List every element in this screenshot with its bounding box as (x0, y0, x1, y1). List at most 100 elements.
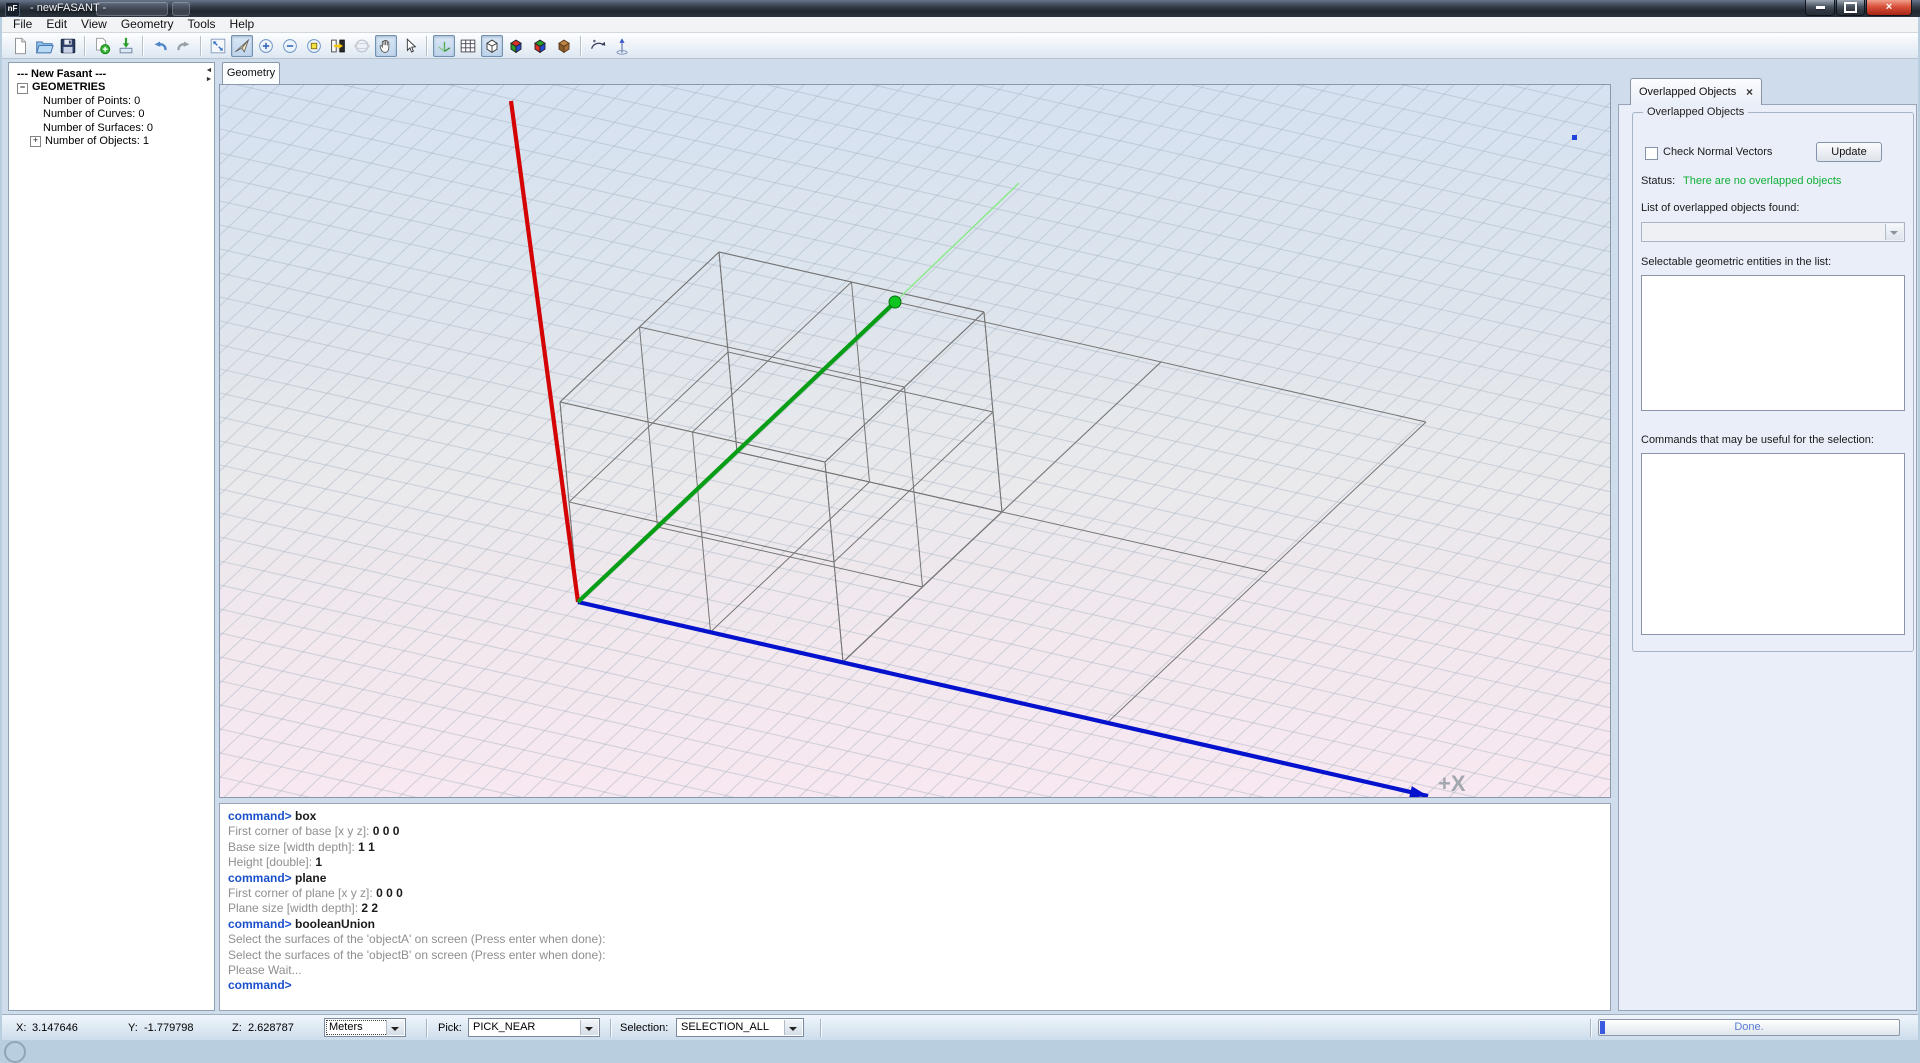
close-button[interactable]: × (1866, 0, 1912, 16)
selection-label: Selection: (620, 1022, 668, 1034)
splitter-collapse-left-icon[interactable]: ◄ (204, 66, 214, 75)
cursor-button[interactable] (399, 35, 421, 57)
menu-view[interactable]: View (74, 17, 114, 32)
save-button[interactable] (57, 35, 79, 57)
swap-view-button[interactable] (327, 35, 349, 57)
zoom-in-button[interactable] (255, 35, 277, 57)
pan-hand-icon (376, 36, 396, 56)
command-console[interactable]: command> boxFirst corner of base [x y z]… (219, 803, 1611, 1011)
console-line: Select the surfaces of the 'objectA' on … (228, 932, 1602, 947)
select-tool-button[interactable] (231, 35, 253, 57)
redo-icon (174, 36, 194, 56)
zoom-window-button[interactable] (303, 35, 325, 57)
chevron-down-icon (386, 1020, 404, 1035)
select-tool-icon (232, 36, 252, 56)
tree-item[interactable]: Number of Surfaces: 0 (13, 122, 212, 135)
geometry-tree-panel[interactable]: --- New Fasant ---−GEOMETRIESNumber of P… (8, 62, 215, 1011)
toolbar-separator (200, 36, 202, 56)
mesh-grid-button[interactable] (457, 35, 479, 57)
open-folder-icon (34, 36, 54, 56)
maximize-button[interactable] (1836, 0, 1865, 16)
console-line: First corner of base [x y z]: 0 0 0 (228, 824, 1602, 839)
collapse-icon[interactable]: − (17, 83, 28, 94)
toolbar-separator (580, 36, 582, 56)
console-line: First corner of plane [x y z]: 0 0 0 (228, 886, 1602, 901)
taskbar-orb-fragment (4, 1041, 26, 1063)
menu-tools[interactable]: Tools (181, 17, 223, 32)
menu-bar: FileEditViewGeometryToolsHelp (2, 17, 1918, 33)
redo-button[interactable] (173, 35, 195, 57)
titlebar-ghost-window (96, 2, 168, 16)
overlapped-list-label: List of overlapped objects found: (1641, 202, 1799, 214)
undo-button[interactable] (149, 35, 171, 57)
add-entity-icon (92, 36, 112, 56)
tab-geometry[interactable]: Geometry (222, 62, 280, 84)
selection-dropdown[interactable]: SELECTION_ALL (676, 1018, 804, 1037)
chevron-down-icon (580, 1020, 598, 1035)
add-entity-button[interactable] (91, 35, 113, 57)
overlapped-objects-dropdown[interactable] (1641, 222, 1905, 242)
console-line: Height [double]: 1 (228, 855, 1602, 870)
orbit-icon (352, 36, 372, 56)
axes-button[interactable] (433, 35, 455, 57)
cube-solid-rgb2-button[interactable] (529, 35, 551, 57)
main-toolbar (2, 33, 1918, 59)
tree-node-geometries[interactable]: −GEOMETRIES (13, 81, 212, 94)
cube-solid-rgb-icon (506, 36, 526, 56)
cube-wireframe-button[interactable] (481, 35, 503, 57)
chevron-down-icon (784, 1020, 802, 1035)
title-bar[interactable]: nF - newFASANT - × (0, 0, 1920, 17)
cursor-icon (400, 36, 420, 56)
menu-file[interactable]: File (6, 17, 39, 32)
minimize-button[interactable] (1805, 0, 1835, 16)
antenna-icon (612, 36, 632, 56)
tree-root[interactable]: --- New Fasant --- (13, 68, 212, 81)
undo-icon (150, 36, 170, 56)
new-file-icon (10, 36, 30, 56)
tab-overlapped-objects[interactable]: Overlapped Objects × (1630, 78, 1762, 105)
splitter-collapse-right-icon[interactable]: ► (204, 75, 214, 84)
viewport-3d[interactable]: +X (219, 84, 1611, 798)
check-normal-vectors-checkbox[interactable] (1645, 147, 1658, 160)
status-value: There are no overlapped objects (1683, 175, 1841, 187)
units-dropdown[interactable]: Meters (324, 1018, 406, 1037)
expand-icon[interactable]: + (30, 136, 41, 147)
menu-geometry[interactable]: Geometry (114, 17, 181, 32)
overlapped-objects-group: Overlapped Objects Check Normal Vectors … (1632, 112, 1914, 652)
cube-solid-brown-button[interactable] (553, 35, 575, 57)
console-line: Please Wait... (228, 963, 1602, 978)
antenna-button[interactable] (611, 35, 633, 57)
toolbar-separator (142, 36, 144, 56)
tab-close-icon[interactable]: × (1746, 87, 1753, 97)
tree-splitter[interactable]: ◄ ► (204, 66, 214, 84)
orbit-button[interactable] (351, 35, 373, 57)
tree-item[interactable]: Number of Curves: 0 (13, 108, 212, 121)
tree-item[interactable]: Number of Points: 0 (13, 95, 212, 108)
menu-help[interactable]: Help (223, 17, 262, 32)
import-button[interactable] (115, 35, 137, 57)
minimize-icon (1816, 6, 1825, 9)
tab-label: Overlapped Objects (1639, 86, 1736, 98)
coord-z-label: Z: (232, 1022, 242, 1034)
swap-view-icon (328, 36, 348, 56)
zoom-out-button[interactable] (279, 35, 301, 57)
entities-listbox[interactable] (1641, 275, 1905, 411)
window-title: - newFASANT - (30, 2, 106, 14)
pan-hand-button[interactable] (375, 35, 397, 57)
new-file-button[interactable] (9, 35, 31, 57)
tree-item[interactable]: +Number of Objects: 1 (13, 135, 212, 148)
open-folder-button[interactable] (33, 35, 55, 57)
maximize-icon (1844, 2, 1857, 13)
cube-wireframe-icon (482, 36, 502, 56)
menu-edit[interactable]: Edit (39, 17, 74, 32)
tree-item-label: Number of Curves: 0 (43, 108, 144, 121)
update-button[interactable]: Update (1816, 142, 1882, 162)
pick-dropdown[interactable]: PICK_NEAR (468, 1018, 600, 1037)
console-line: Select the surfaces of the 'objectB' on … (228, 948, 1602, 963)
rotate-view-button[interactable] (587, 35, 609, 57)
commands-listbox[interactable] (1641, 453, 1905, 635)
zoom-fit-button[interactable] (207, 35, 229, 57)
cube-solid-rgb-button[interactable] (505, 35, 527, 57)
console-line: Plane size [width depth]: 2 2 (228, 901, 1602, 916)
scene-wireframe: +X (220, 85, 1610, 797)
